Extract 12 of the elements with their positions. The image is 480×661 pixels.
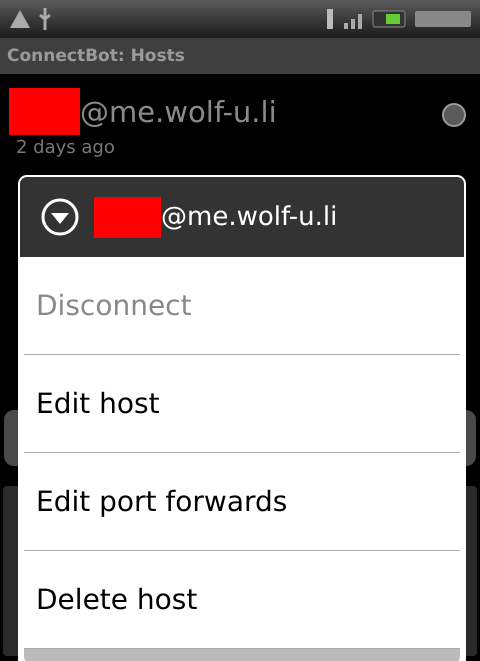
battery-icon: [372, 9, 408, 29]
redaction-mark: [94, 196, 161, 238]
menu-title: @me.wolf-u.li: [161, 202, 338, 232]
host-name[interactable]: @me.wolf-u.li: [80, 94, 277, 128]
caret-icon: [40, 197, 80, 237]
usb-icon: [38, 7, 52, 31]
redaction-mark: [9, 88, 80, 135]
menu-item[interactable]: Edit host: [24, 355, 460, 453]
menu-item[interactable]: Edit port forwards: [24, 453, 460, 551]
notification-icon: [8, 8, 32, 30]
window-title: ConnectBot: Hosts: [0, 38, 480, 74]
last-connected-time: 2 days ago: [16, 137, 116, 158]
